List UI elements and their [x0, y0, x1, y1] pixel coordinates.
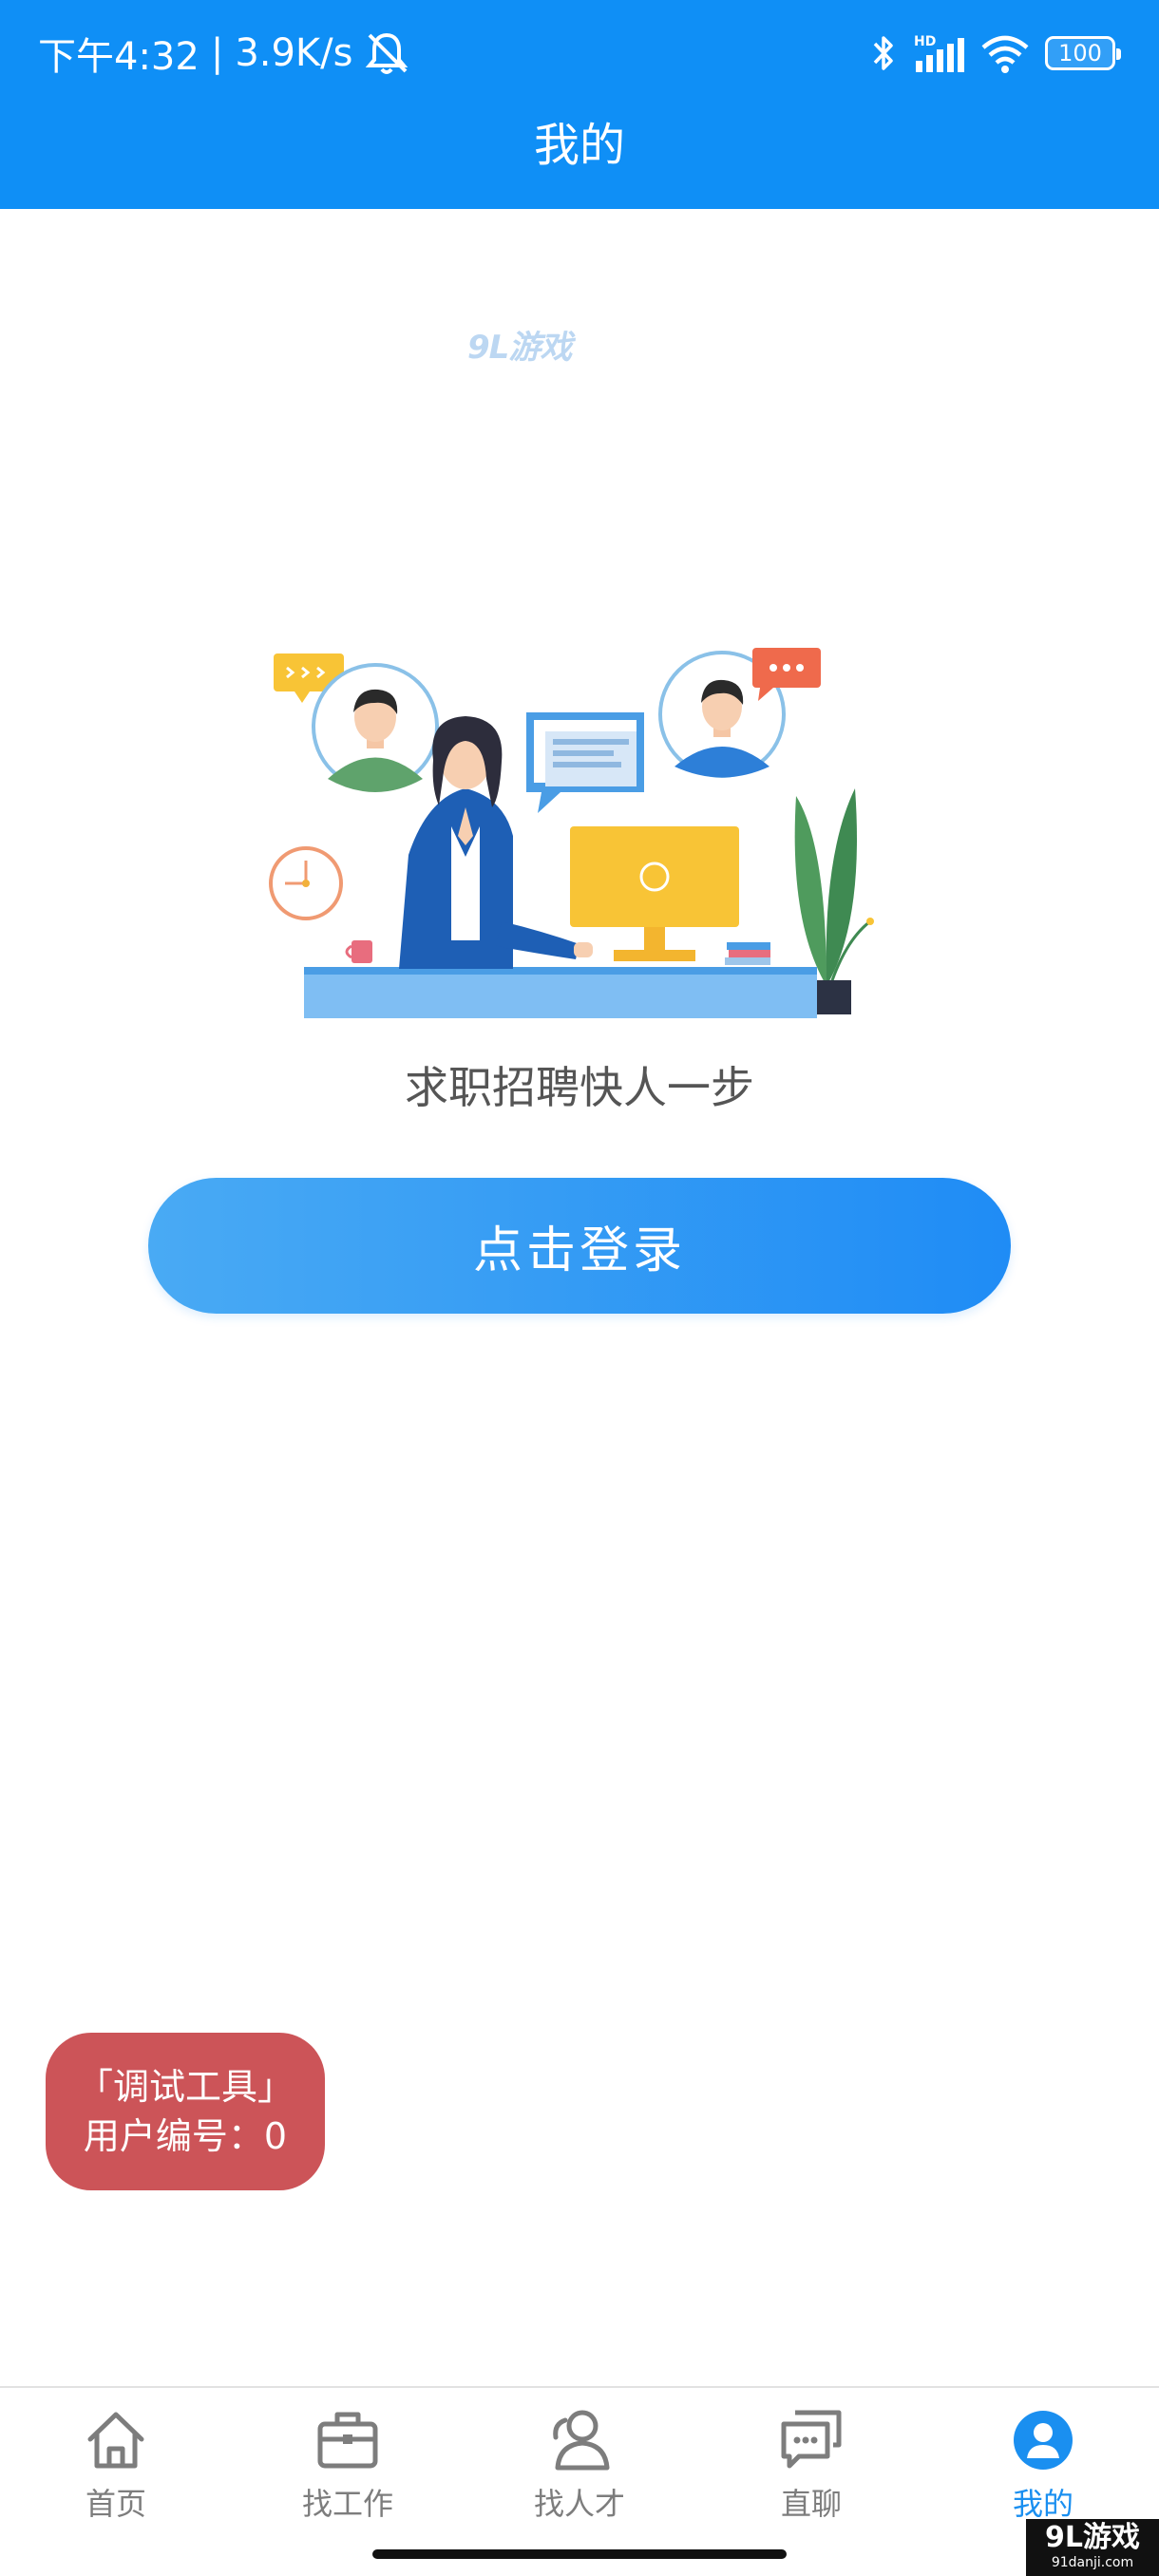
- avatar-man-green: [312, 663, 439, 792]
- tab-find-job[interactable]: 找工作: [232, 2407, 464, 2540]
- status-left: 下午4:32 | 3.9K/s: [38, 27, 411, 80]
- battery-level: 100: [1058, 40, 1102, 66]
- tab-direct-chat-label: 直聊: [780, 2486, 842, 2522]
- login-button[interactable]: 点击登录: [148, 1178, 1011, 1314]
- computer-monitor: [570, 826, 739, 961]
- network-type-label: HD: [914, 34, 936, 49]
- signal-icon: HD: [914, 34, 964, 72]
- people-icon: [553, 2410, 610, 2471]
- home-icon: [87, 2412, 144, 2469]
- desk: [304, 967, 817, 1018]
- bottom-tab-bar: 首页 找工作 找人才 直聊 我的: [0, 2386, 1159, 2576]
- tab-direct-chat[interactable]: 直聊: [695, 2407, 927, 2540]
- home-indicator[interactable]: [372, 2549, 787, 2559]
- document-graphic: [526, 712, 644, 813]
- watermark-corner-logo: 9L游戏: [1045, 2521, 1140, 2554]
- header: 下午4:32 | 3.9K/s HD 100 我的: [0, 0, 1159, 209]
- watermark-corner: 9L游戏 91danji.com: [1026, 2519, 1159, 2576]
- chat-bubble-right: [752, 648, 821, 701]
- profile-icon: [1014, 2411, 1073, 2470]
- slogan: 求职招聘快人一步: [405, 1062, 754, 1113]
- watermark-corner-url: 91danji.com: [1051, 2555, 1134, 2570]
- debug-tool-title: 「调试工具」: [76, 2066, 294, 2108]
- profile-screen: 下午4:32 | 3.9K/s HD 100 我的 9L游戏 求职招聘快人一步 …: [0, 0, 1159, 2576]
- network-speed: 3.9K/s: [235, 31, 353, 75]
- recruitment-illustration: [269, 648, 874, 1018]
- mute-bell-icon: [366, 32, 408, 74]
- books: [725, 942, 770, 965]
- tab-home[interactable]: 首页: [0, 2407, 232, 2540]
- tab-home-label: 首页: [85, 2486, 146, 2522]
- briefcase-icon: [317, 2412, 378, 2469]
- battery-icon: 100: [1045, 36, 1121, 70]
- tab-find-talent-label: 找人才: [533, 2486, 625, 2522]
- coffee-mug: [345, 940, 372, 963]
- watermark-logo: 9L游戏: [467, 329, 572, 367]
- page-title: 我的: [533, 119, 625, 172]
- tab-find-talent[interactable]: 找人才: [464, 2407, 695, 2540]
- tab-find-job-label: 找工作: [301, 2486, 393, 2522]
- debug-tool-badge[interactable]: 「调试工具」 用户编号：0: [46, 2033, 325, 2190]
- bluetooth-icon: [873, 36, 893, 70]
- status-bar: 下午4:32 | 3.9K/s HD 100: [0, 0, 1159, 104]
- wall-clock: [269, 846, 343, 920]
- status-separator: |: [210, 31, 224, 75]
- status-right: HD 100: [870, 28, 1121, 78]
- chat-icon: [781, 2410, 842, 2469]
- debug-user-id: 用户编号：0: [83, 2115, 288, 2157]
- status-time: 下午4:32: [38, 35, 200, 79]
- wifi-icon: [981, 35, 1029, 73]
